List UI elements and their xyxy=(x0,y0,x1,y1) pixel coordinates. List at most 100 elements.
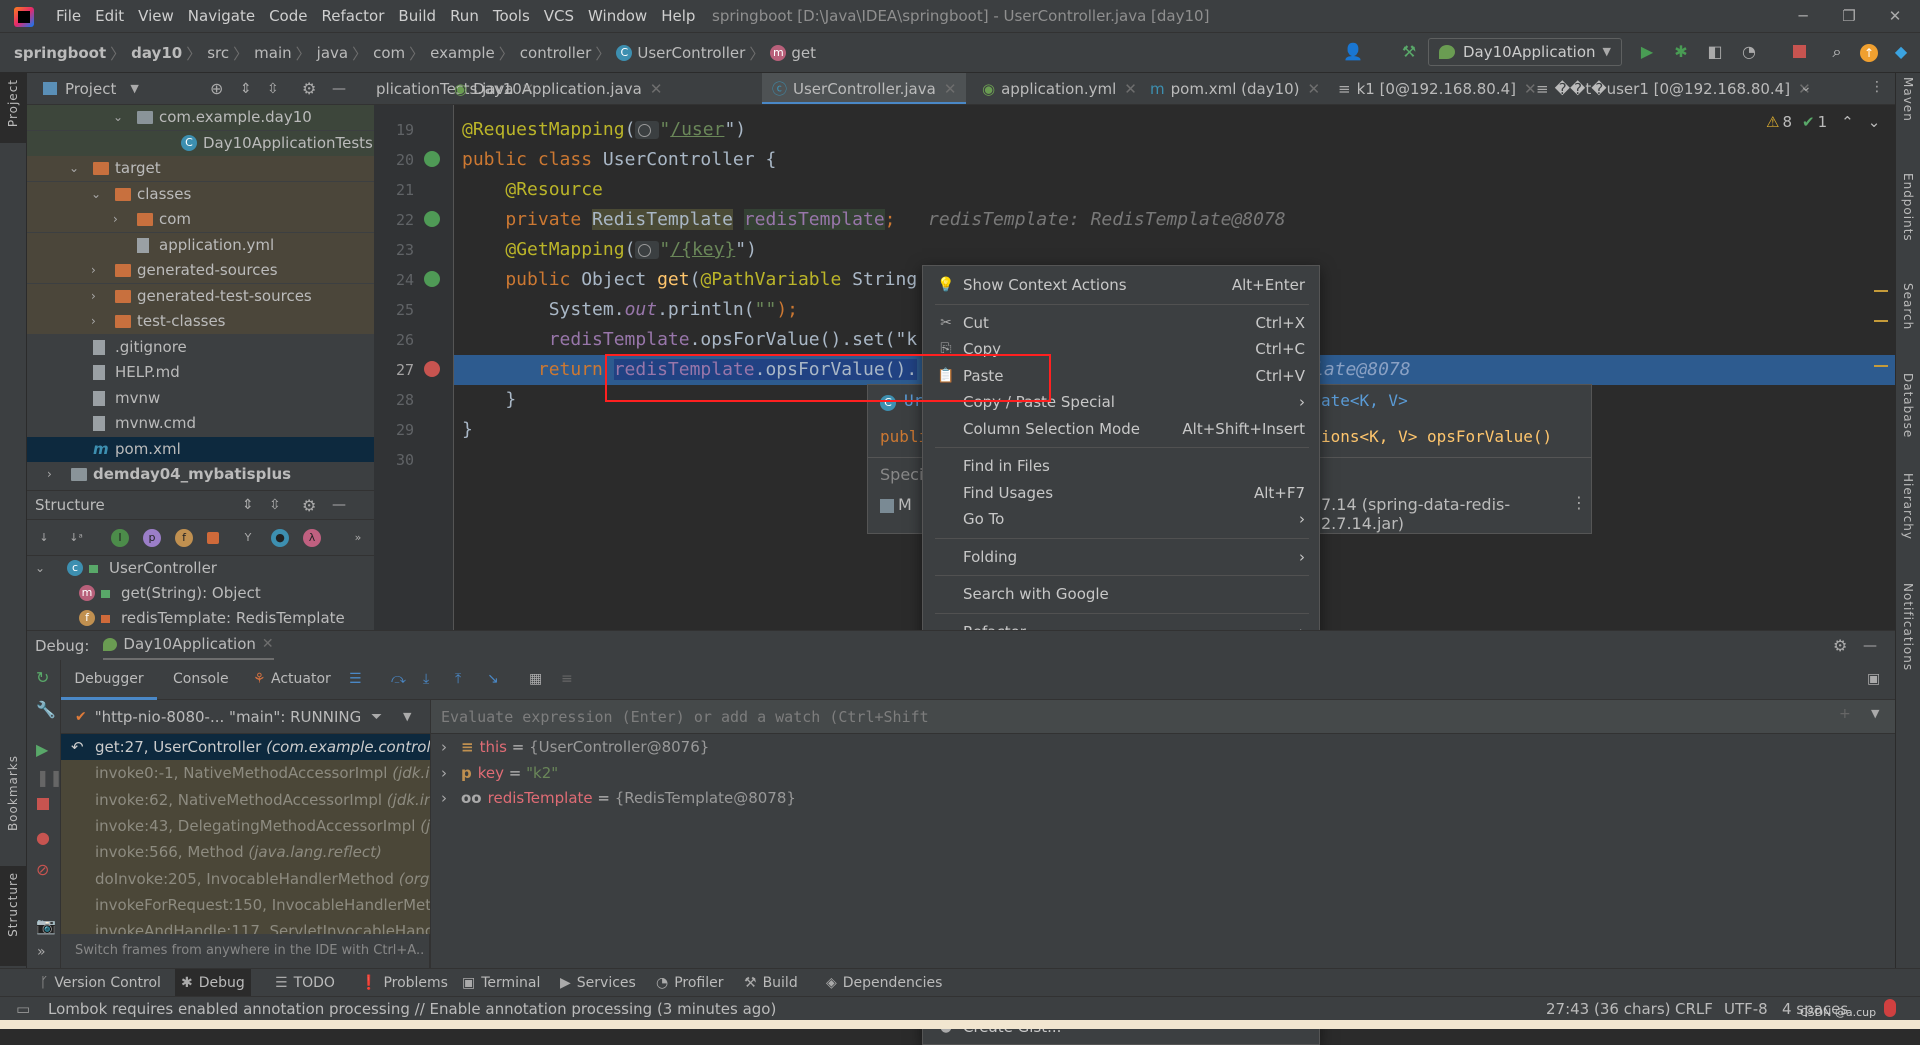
chevron-down-icon[interactable]: ▼ xyxy=(130,82,138,95)
editor-tab[interactable]: m pom.xml (day10) ✕ xyxy=(1140,73,1330,104)
close-tab-icon[interactable]: ✕ xyxy=(1124,80,1137,98)
account-icon[interactable]: 👤 xyxy=(1342,41,1364,63)
tree-node[interactable]: › test-classes xyxy=(27,309,374,334)
menu-item-folding[interactable]: Folding › xyxy=(923,544,1319,570)
structure-item[interactable]: ⌄ c UserController xyxy=(27,556,374,581)
run-configuration-select[interactable]: Day10Application ▼ xyxy=(1428,38,1622,66)
tree-node[interactable]: .gitignore xyxy=(27,335,374,360)
pause-icon[interactable]: ❚❚ xyxy=(36,768,63,787)
chevron-down-icon[interactable]: ▼ xyxy=(1871,707,1879,720)
breakpoint-icon[interactable] xyxy=(424,361,440,377)
debug-session-tab[interactable]: Day10Application ✕ xyxy=(103,631,274,661)
evaluate-expression-input[interactable]: Evaluate expression (Enter) or add a wat… xyxy=(430,700,1895,734)
profiler-icon[interactable]: ◔ xyxy=(1738,41,1760,63)
gear-icon[interactable]: ⚙ xyxy=(302,79,316,98)
chevron-down-icon[interactable]: ⌄ xyxy=(91,182,105,207)
variable-row[interactable]: › ≡ this = {UserController@8076} xyxy=(441,734,709,760)
hierarchy-stripe-button[interactable]: Hierarchy xyxy=(1901,473,1915,540)
chevron-right-icon[interactable]: › xyxy=(441,764,447,782)
tree-node[interactable]: mvnw xyxy=(27,386,374,411)
search-stripe-button[interactable]: Search xyxy=(1901,283,1915,330)
tool-window-dependencies[interactable]: ◈ Dependencies xyxy=(826,969,942,997)
show-execution-point-icon[interactable]: ☰ xyxy=(349,660,362,698)
evaluate-expression-icon[interactable]: ▦ xyxy=(529,660,542,698)
variable-row[interactable]: › oo redisTemplate = {RedisTemplate@8078} xyxy=(441,785,796,811)
menu-vcs[interactable]: VCS xyxy=(544,0,582,33)
tool-window-todo[interactable]: ☰ TODO xyxy=(275,969,335,997)
minimize-button[interactable]: ─ xyxy=(1780,0,1826,33)
tree-node[interactable]: › generated-sources xyxy=(27,258,374,283)
structure-item[interactable]: f redisTemplate: RedisTemplate xyxy=(27,606,374,630)
stop-icon[interactable] xyxy=(37,798,49,810)
tool-window-version-control[interactable]: ᚴ Version Control xyxy=(40,969,161,997)
stack-frame[interactable]: invokeAndHandle:117, ServletInvocableHan… xyxy=(61,918,430,934)
tree-node[interactable]: ⌄ classes xyxy=(27,181,374,207)
show-properties-icon[interactable]: p xyxy=(143,529,161,547)
locate-icon[interactable]: ⊕ xyxy=(210,79,223,98)
stack-frame[interactable]: invoke:566, Method (java.lang.reflect) xyxy=(61,839,430,865)
inspection-widget[interactable]: ⚠ 8 ✔ 1 ⌃ ⌄ xyxy=(1766,113,1880,131)
gear-icon[interactable]: ⚙ xyxy=(1833,636,1847,655)
tree-node[interactable]: m pom.xml xyxy=(27,436,374,462)
chevron-right-icon[interactable]: › xyxy=(91,309,105,334)
show-fields-icon[interactable]: f xyxy=(175,529,193,547)
hide-panel-icon[interactable]: — xyxy=(332,81,346,97)
line-separator[interactable]: CRLF xyxy=(1675,997,1713,1021)
menu-help[interactable]: Help xyxy=(661,0,703,33)
breadcrumb-item[interactable]: springboot xyxy=(14,44,106,62)
search-icon[interactable]: ⌕ xyxy=(1826,41,1848,63)
debug-bug-icon[interactable]: ✱ xyxy=(1670,41,1692,63)
trace-icon[interactable]: ≡ xyxy=(561,660,573,698)
update-icon[interactable]: ↑ xyxy=(1858,41,1880,63)
tree-node[interactable]: C Day10ApplicationTests xyxy=(27,130,374,156)
menu-item-copy[interactable]: ⎘ Copy Ctrl+C xyxy=(923,336,1319,362)
editor-tab[interactable]: ⓒ UserController.java ✕ xyxy=(762,73,967,104)
error-notification-icon[interactable] xyxy=(1884,999,1896,1017)
structure-item[interactable]: m get(String): Object xyxy=(27,581,374,606)
sort-by-visibility-icon[interactable]: ↓ xyxy=(35,529,53,547)
tool-window-problems[interactable]: ❗ Problems xyxy=(360,969,448,997)
breadcrumb-item[interactable]: get xyxy=(791,44,816,62)
toolbox-icon[interactable]: ◆ xyxy=(1890,41,1912,63)
chevron-down-icon[interactable]: ▼ xyxy=(403,710,411,723)
lambda-icon[interactable]: λ xyxy=(303,529,321,547)
variable-row[interactable]: › p key = "k2" xyxy=(441,760,558,786)
menu-run[interactable]: Run xyxy=(450,0,487,33)
coverage-icon[interactable]: ◧ xyxy=(1704,41,1726,63)
maximize-button[interactable]: ❐ xyxy=(1826,0,1872,33)
show-inherited-icon[interactable]: I xyxy=(111,529,129,547)
project-view-select[interactable]: Project xyxy=(65,80,116,98)
editor-tab[interactable]: ≡ ��t�user1 [0@192.168.80.4] ✕ xyxy=(1526,73,1821,104)
chevron-right-icon[interactable]: › xyxy=(91,258,105,283)
rerun-icon[interactable]: ↻ xyxy=(36,668,49,687)
view-breakpoints-icon[interactable]: ● xyxy=(36,828,50,847)
close-window-button[interactable]: ✕ xyxy=(1872,0,1918,33)
menu-window[interactable]: Window xyxy=(588,0,655,33)
breadcrumb-item[interactable]: java xyxy=(317,44,348,62)
filter-icon[interactable]: ⏷ xyxy=(371,709,382,725)
step-over-icon[interactable]: ⤼ xyxy=(391,660,406,698)
close-tab-icon[interactable]: ✕ xyxy=(1308,80,1321,98)
globe-inlay-icon[interactable] xyxy=(635,241,660,259)
menu-build[interactable]: Build xyxy=(398,0,444,33)
tab-console[interactable]: Console xyxy=(173,660,229,698)
notifications-stripe-button[interactable]: Notifications xyxy=(1901,583,1915,671)
endpoints-stripe-button[interactable]: Endpoints xyxy=(1901,173,1915,242)
chevron-right-icon[interactable]: › xyxy=(441,738,447,756)
stack-frame[interactable]: invoke:43, DelegatingMethodAccessorImpl … xyxy=(61,813,430,839)
breadcrumb-item[interactable]: controller xyxy=(520,44,592,62)
more-options-icon[interactable]: ⋮ xyxy=(1870,79,1884,95)
tool-window-services[interactable]: ▶ Services xyxy=(560,969,636,997)
caret-position[interactable]: 27:43 (36 chars) xyxy=(1546,997,1670,1021)
spring-bean-icon[interactable] xyxy=(424,151,440,167)
event-log-icon[interactable]: ▭ xyxy=(16,997,30,1021)
menu-tools[interactable]: Tools xyxy=(493,0,538,33)
camera-icon[interactable]: 📷 xyxy=(36,916,56,935)
chevron-down-icon[interactable]: ⌄ xyxy=(35,556,49,581)
chevron-right-icon[interactable]: › xyxy=(47,462,61,487)
menu-item-find-in-files[interactable]: Find in Files xyxy=(923,453,1319,479)
tree-node[interactable]: › demday04_mybatisplus xyxy=(27,462,374,487)
status-message[interactable]: Lombok requires enabled annotation proce… xyxy=(48,997,776,1021)
chevron-right-icon[interactable]: › xyxy=(441,789,447,807)
tree-node[interactable]: › com xyxy=(27,207,374,232)
